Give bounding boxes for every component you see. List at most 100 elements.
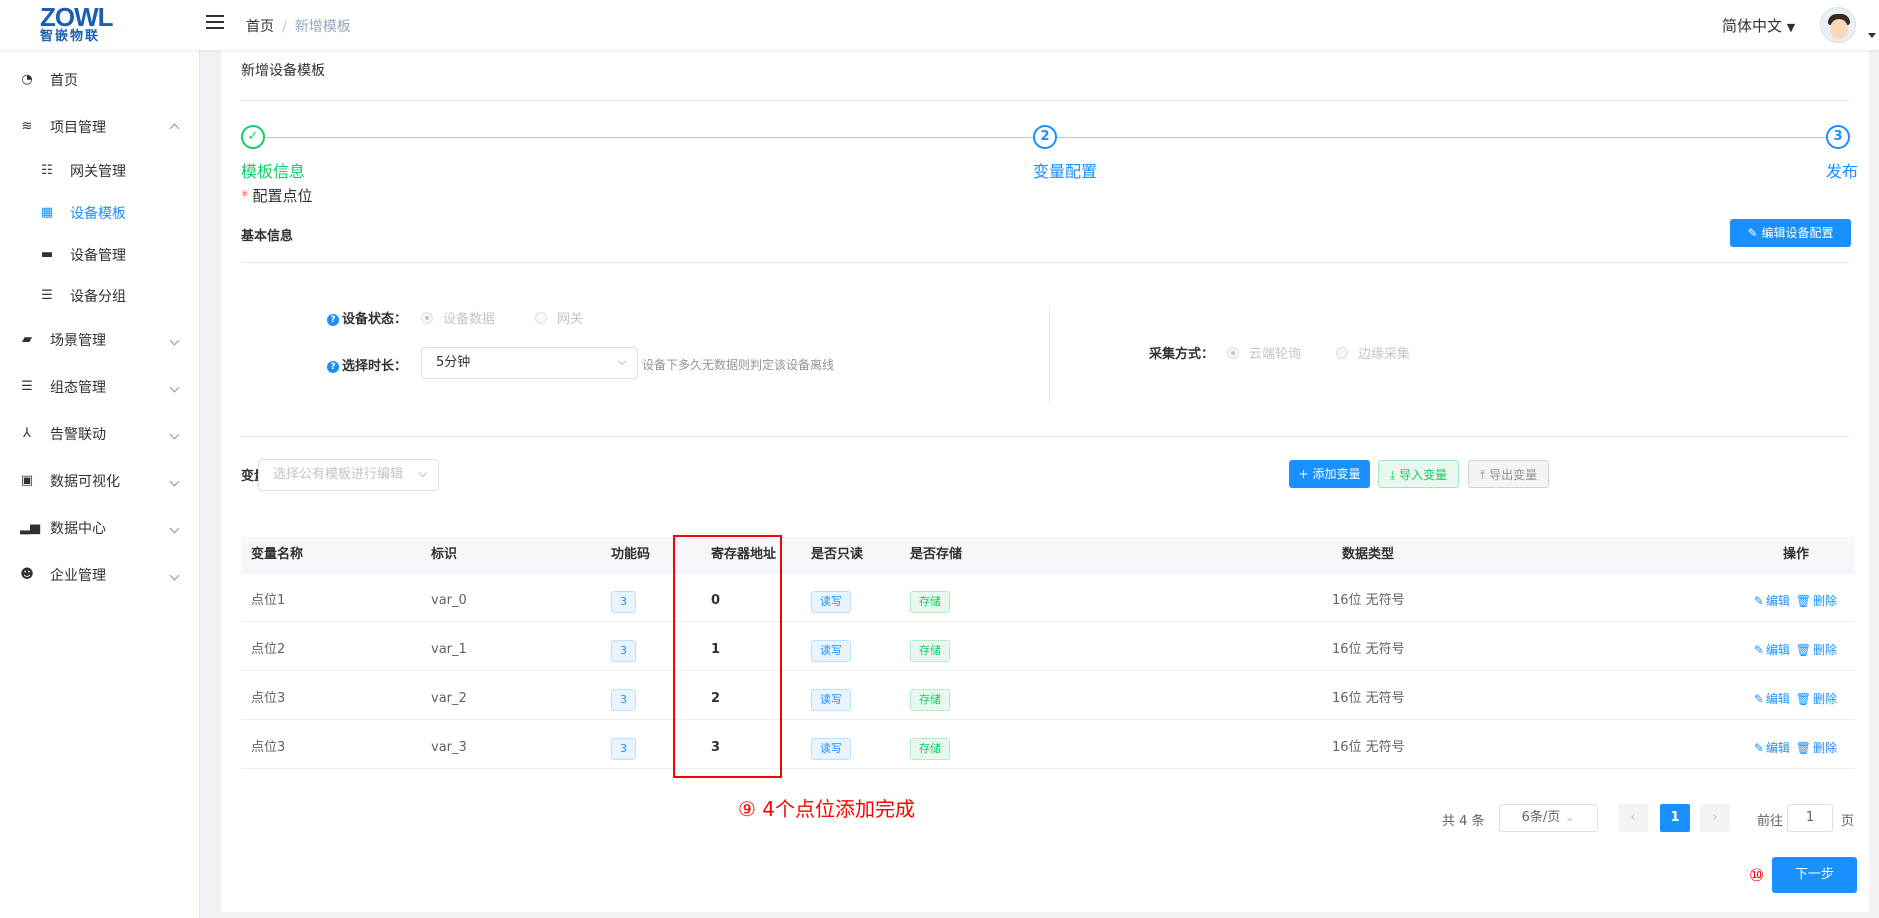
required-star: * xyxy=(241,187,249,205)
goto-page-input[interactable]: 1 xyxy=(1787,804,1833,832)
sidebar-item-label: 数据可视化 xyxy=(50,474,120,490)
breadcrumb: 首页 / 新增模板 xyxy=(246,16,351,36)
rw-tag: 读写 xyxy=(811,738,851,760)
delete-link[interactable]: 删除 xyxy=(1813,643,1837,657)
breadcrumb-home[interactable]: 首页 xyxy=(246,19,274,35)
list-icon: ☰ xyxy=(21,379,33,394)
radio-dot xyxy=(1336,347,1348,359)
delete-link[interactable]: 删除 xyxy=(1813,594,1837,608)
import-variable-button[interactable]: ⤓ 导入变量 xyxy=(1378,460,1459,488)
goto-label: 前往 xyxy=(1757,814,1784,829)
row-ops: ✎ 编辑 🗑 删除 xyxy=(1752,581,1837,621)
sidebar-item-data-center[interactable]: ▂▅ 数据中心 xyxy=(0,508,200,548)
th-ops: 操作 xyxy=(1783,547,1810,562)
page-1-button[interactable]: 1 xyxy=(1660,804,1690,832)
edit-link[interactable]: 编辑 xyxy=(1766,594,1790,608)
th-store: 是否存储 xyxy=(910,547,963,562)
delete-link[interactable]: 删除 xyxy=(1813,741,1837,755)
sidebar-item-label: 场景管理 xyxy=(50,333,106,349)
template-select[interactable]: 选择公有模板进行编辑 xyxy=(258,459,439,491)
prev-page-button[interactable]: ‹ xyxy=(1618,804,1648,832)
language-label: 简体中文 xyxy=(1722,17,1783,35)
sidebar-item-enterprise[interactable]: ☻ 企业管理 xyxy=(0,555,200,595)
sidebar-item-device-group[interactable]: ☰ 设备分组 xyxy=(0,276,200,316)
template-select-placeholder: 选择公有模板进行编辑 xyxy=(273,467,404,482)
sidebar-item-label: 网关管理 xyxy=(70,164,126,180)
page-size-select[interactable]: 6条/页 ⌄ xyxy=(1499,804,1598,832)
table-row: 点位1 var_0 3 0 读写 存储 16位 无符号 ✎ 编辑 🗑 删除 xyxy=(241,581,1855,622)
sidebar-item-scene[interactable]: ▰ 场景管理 xyxy=(0,320,200,360)
add-variable-label: 添加变量 xyxy=(1312,467,1361,481)
pagination-total: 共 4 条 xyxy=(1442,814,1485,829)
edit-link[interactable]: 编辑 xyxy=(1766,741,1790,755)
annotation-10: ⑩ xyxy=(1749,866,1765,886)
chevron-down-icon xyxy=(169,429,180,439)
download-icon: ⤓ xyxy=(1389,468,1396,482)
brand-logo[interactable]: ZOWL 智嵌物联 xyxy=(40,4,130,46)
sidebar-item-alarm[interactable]: ⅄ 告警联动 xyxy=(0,414,200,454)
sidebar-item-label: 告警联动 xyxy=(50,427,106,443)
duration-select[interactable]: 5分钟 xyxy=(421,347,638,379)
sidebar-item-label: 首页 xyxy=(50,73,78,89)
step-2-label: 变量配置 xyxy=(1033,162,1098,181)
upload-icon: ⤒ xyxy=(1479,468,1486,482)
avatar-caret-icon[interactable] xyxy=(1868,33,1876,38)
device-status-label: ? 设备状态： xyxy=(327,308,407,327)
duration-hint: 设备下多久无数据则判定该设备离线 xyxy=(642,358,835,372)
next-page-button[interactable]: › xyxy=(1700,804,1730,832)
export-variable-label: 导出变量 xyxy=(1489,468,1538,482)
sidebar-item-gateway[interactable]: ☷ 网关管理 xyxy=(0,151,200,191)
trash-icon[interactable]: 🗑 xyxy=(1796,594,1811,608)
trash-icon[interactable]: 🗑 xyxy=(1796,741,1811,755)
delete-link[interactable]: 删除 xyxy=(1813,692,1837,706)
export-variable-button[interactable]: ⤒ 导出变量 xyxy=(1468,460,1549,488)
chevron-down-icon xyxy=(169,335,180,345)
func-tag: 3 xyxy=(611,689,636,711)
next-step-button[interactable]: 下一步 xyxy=(1772,857,1857,893)
sidebar-item-device-manage[interactable]: ▬ 设备管理 xyxy=(0,235,200,275)
main-card: 新增设备模板 ✓ 2 3 模板信息 变量配置 发布 * 配置点位 基本信息 ✎ 编… xyxy=(221,50,1869,912)
step-2-circle: 2 xyxy=(1033,125,1057,149)
store-tag: 存储 xyxy=(910,738,950,760)
edit-icon[interactable]: ✎ xyxy=(1754,692,1764,706)
step-3-label: 发布 xyxy=(1826,162,1859,181)
edit-icon[interactable]: ✎ xyxy=(1754,594,1764,608)
edit-link[interactable]: 编辑 xyxy=(1766,692,1790,706)
menu-toggle-icon[interactable] xyxy=(206,15,224,31)
th-id: 标识 xyxy=(431,547,458,562)
row-ops: ✎ 编辑 🗑 删除 xyxy=(1752,728,1837,768)
chevron-down-icon xyxy=(617,356,627,366)
edit-icon[interactable]: ✎ xyxy=(1754,643,1764,657)
edit-link[interactable]: 编辑 xyxy=(1766,643,1790,657)
sidebar-item-device-template[interactable]: ▦ 设备模板 xyxy=(0,193,200,233)
sidebar: ◔ 首页 ≋ 项目管理 ☷ 网关管理 ▦ 设备模板 ▬ 设备管理 ☰ 设备分组 ▰ 场景管理 … xyxy=(0,50,200,918)
cell-name: 点位1 xyxy=(251,593,286,608)
avatar[interactable] xyxy=(1820,7,1856,43)
tree-icon: ☷ xyxy=(41,163,53,178)
sidebar-item-project[interactable]: ≋ 项目管理 xyxy=(0,107,200,147)
plus-icon: + xyxy=(1298,467,1309,481)
device-status-radio-gateway[interactable]: 网关 xyxy=(535,308,583,327)
cell-name: 点位3 xyxy=(251,691,286,706)
store-tag: 存储 xyxy=(910,640,950,662)
device-status-radio-data[interactable]: 设备数据 xyxy=(421,308,495,327)
logo-subtext: 智嵌物联 xyxy=(40,29,101,44)
language-select[interactable]: 简体中文 ▼ xyxy=(1722,15,1795,36)
trash-icon[interactable]: 🗑 xyxy=(1796,643,1811,657)
sidebar-item-visualize[interactable]: ▣ 数据可视化 xyxy=(0,461,200,501)
th-readonly: 是否只读 xyxy=(811,547,864,562)
sidebar-item-home[interactable]: ◔ 首页 xyxy=(0,60,200,100)
edit-icon[interactable]: ✎ xyxy=(1754,741,1764,755)
page-size-value: 6条/页 xyxy=(1521,810,1561,825)
sidebar-item-config[interactable]: ☰ 组态管理 xyxy=(0,367,200,407)
sidebar-item-label: 组态管理 xyxy=(50,380,106,396)
trash-icon[interactable]: 🗑 xyxy=(1796,692,1811,706)
add-variable-button[interactable]: + 添加变量 xyxy=(1289,460,1370,488)
chevron-up-icon xyxy=(169,123,180,134)
collect-radio-edge[interactable]: 边缘采集 xyxy=(1336,343,1410,362)
user-gear-icon: ☻ xyxy=(20,567,34,582)
collect-radio-cloud[interactable]: 云端轮询 xyxy=(1227,343,1301,362)
edit-device-config-button[interactable]: ✎ 编辑设备配置 xyxy=(1730,219,1851,247)
page-title: 新增设备模板 xyxy=(241,63,325,79)
cell-id: var_1 xyxy=(431,642,467,657)
